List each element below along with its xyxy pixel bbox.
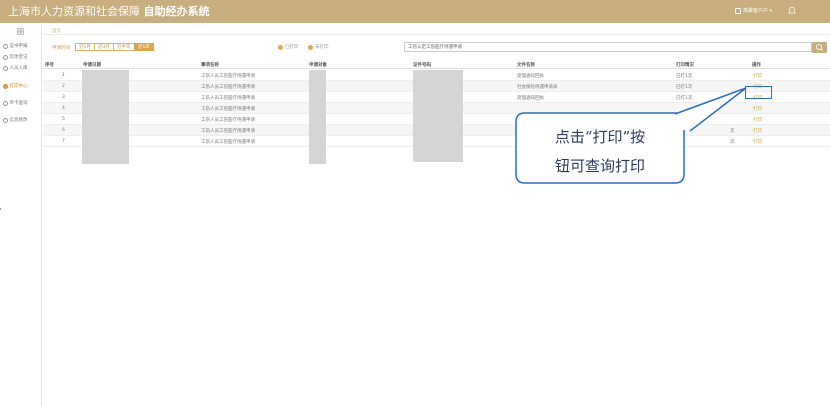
check-icon bbox=[308, 44, 313, 50]
row-item: 工伤人员工伤医疗待遇申请 bbox=[201, 96, 255, 101]
card-icon bbox=[3, 100, 8, 106]
print-button[interactable]: 打印 bbox=[753, 73, 762, 79]
sidebar-item-card[interactable]: 单卡查询 bbox=[3, 100, 28, 106]
instruction-callout: 点击“打印”按 钮可查询打印 bbox=[515, 87, 747, 184]
divider bbox=[43, 34, 830, 35]
redacted-id-column bbox=[413, 70, 463, 162]
sidebar-item-edit[interactable]: 信息修改 bbox=[3, 117, 28, 123]
sidebar-item-label: 证书申报 bbox=[9, 44, 28, 49]
sidebar-item-label: 信息修改 bbox=[9, 118, 28, 123]
col-item: 事项名称 bbox=[201, 63, 219, 68]
callout-line-1: 点击“打印”按 bbox=[554, 128, 646, 146]
person-icon bbox=[3, 54, 8, 60]
sidebar-item-label: 人员入库 bbox=[9, 66, 28, 71]
search-input[interactable]: 工伤认定工伤医疗待遇申请 bbox=[404, 42, 812, 52]
sidebar-item-label: 打印中心 bbox=[9, 84, 28, 89]
unprinted-label: 未打印 bbox=[315, 45, 329, 50]
row-index: 7 bbox=[62, 139, 65, 144]
filter-3-month-button[interactable]: 近3月 bbox=[94, 43, 114, 51]
row-status: 已打1次 bbox=[676, 74, 693, 79]
filter-label: 申请时间 bbox=[52, 46, 70, 51]
row-index: 6 bbox=[62, 128, 65, 133]
row-index: 5 bbox=[62, 117, 65, 122]
row-doc: 受理通知回执 bbox=[517, 74, 544, 79]
circle-check-icon bbox=[3, 43, 8, 49]
row-item: 工伤人员工伤医疗待遇申请 bbox=[201, 118, 255, 123]
row-item: 工伤人员工伤医疗待遇申请 bbox=[201, 129, 255, 134]
table-header: 序号 申请日期 事项名称 申请对象 证件号码 文件名称 打印情况 操作 bbox=[43, 60, 830, 69]
col-id: 证件号码 bbox=[413, 63, 431, 68]
filter-1-year-button[interactable]: 近1年 bbox=[134, 43, 154, 51]
grid-menu-icon[interactable] bbox=[17, 28, 24, 35]
filter-1-month-button[interactable]: 近1月 bbox=[75, 43, 95, 51]
sidebar: 证书申报 实体登记 人员入库 打印中心 单卡查询 信息修改 bbox=[0, 23, 42, 406]
edge-mark bbox=[0, 208, 1, 210]
user-square-icon bbox=[735, 7, 741, 14]
col-status: 打印情况 bbox=[676, 63, 694, 68]
callout-line-2: 钮可查询打印 bbox=[554, 157, 645, 175]
row-item: 工伤人员工伤医疗待遇申请 bbox=[201, 74, 255, 79]
row-index: 2 bbox=[62, 84, 65, 89]
edit-icon bbox=[3, 117, 8, 123]
row-index: 3 bbox=[62, 95, 65, 100]
sidebar-item-cert[interactable]: 证书申报 bbox=[3, 43, 28, 49]
user-label: 高聚客户户 ▾ bbox=[743, 8, 773, 14]
row-index: 4 bbox=[62, 106, 65, 111]
col-target: 申请对象 bbox=[309, 63, 327, 68]
row-doc: 受理通知回执 bbox=[517, 96, 544, 101]
col-file: 文件名称 bbox=[517, 63, 535, 68]
search-icon bbox=[815, 43, 823, 51]
row-index: 1 bbox=[62, 73, 65, 78]
bell-icon[interactable] bbox=[788, 6, 796, 15]
col-index: 序号 bbox=[45, 63, 54, 68]
sidebar-item-staff[interactable]: 人员入库 bbox=[3, 65, 28, 71]
print-button-highlight bbox=[745, 86, 772, 99]
unprinted-checkbox[interactable]: 未打印 bbox=[308, 44, 329, 50]
printed-label: 已打印 bbox=[285, 45, 299, 50]
app-header: 上海市人力资源和社会保障 自助经办系统 高聚客户户 ▾ bbox=[0, 0, 830, 23]
app-title-main: 上海市人力资源和社会保障 bbox=[8, 5, 140, 18]
row-status: 已打1次 bbox=[676, 96, 693, 101]
search-button[interactable] bbox=[812, 42, 827, 53]
print-icon bbox=[3, 83, 8, 89]
row-status: 已打1次 bbox=[676, 85, 693, 90]
row-doc: 社会保险待遇申请表 bbox=[517, 85, 558, 90]
row-item: 工伤人员工伤医疗待遇申请 bbox=[201, 85, 255, 90]
check-icon bbox=[278, 44, 283, 50]
sidebar-item-label: 单卡查询 bbox=[9, 101, 28, 106]
person-add-icon bbox=[3, 65, 8, 71]
redacted-date-column bbox=[82, 70, 129, 164]
sidebar-item-register[interactable]: 实体登记 bbox=[3, 54, 28, 60]
filter-half-year-button[interactable]: 近半年 bbox=[113, 43, 135, 51]
row-item: 工伤人员工伤医疗待遇申请 bbox=[201, 140, 255, 145]
col-action: 操作 bbox=[752, 63, 761, 68]
printed-checkbox[interactable]: 已打印 bbox=[278, 44, 299, 50]
user-menu[interactable]: 高聚客户户 ▾ bbox=[735, 7, 772, 14]
col-date: 申请日期 bbox=[83, 63, 101, 68]
app-title-bold: 自助经办系统 bbox=[143, 5, 210, 18]
row-item: 工伤人员工伤医疗待遇申请 bbox=[201, 107, 255, 112]
app-title: 上海市人力资源和社会保障 自助经办系统 bbox=[8, 5, 210, 18]
sidebar-item-label: 实体登记 bbox=[9, 55, 28, 60]
redacted-target-column bbox=[309, 70, 326, 164]
sidebar-item-print[interactable]: 打印中心 bbox=[3, 83, 28, 89]
